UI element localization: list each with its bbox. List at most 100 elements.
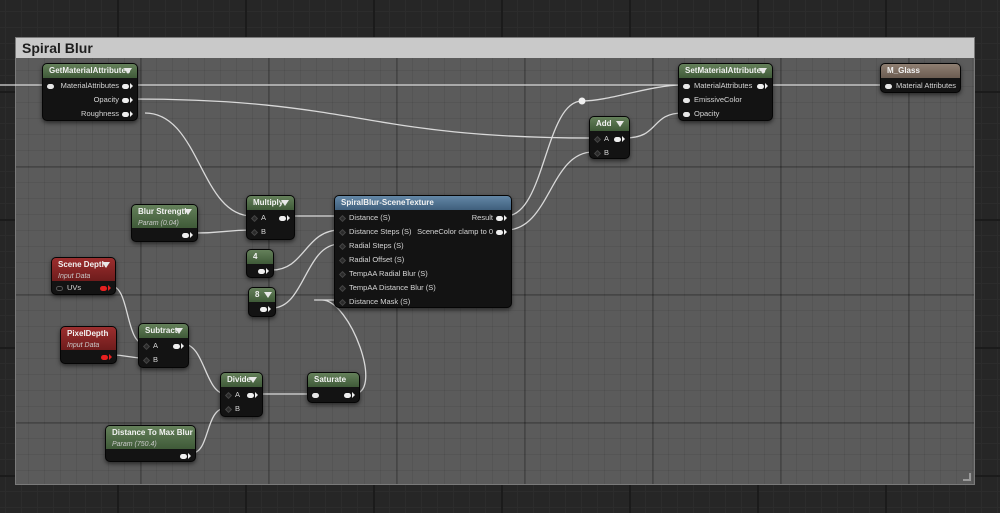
reroute-node	[578, 97, 586, 105]
output-pin-icon[interactable]	[122, 111, 129, 117]
output-pin-icon[interactable]	[247, 392, 254, 398]
node-title[interactable]: M_Glass	[881, 64, 960, 78]
arrow-icon	[765, 83, 768, 90]
arrow-icon	[130, 111, 133, 118]
node-title[interactable]: Saturate	[308, 373, 359, 387]
arrow-icon	[255, 392, 258, 399]
node-title[interactable]: Divide	[221, 373, 262, 387]
arrow-icon	[181, 343, 184, 350]
input-pin-icon[interactable]	[250, 214, 259, 222]
node-title[interactable]: Multiply	[247, 196, 294, 210]
arrow-icon	[504, 215, 507, 222]
node-title[interactable]: SpiralBlur-SceneTexture	[335, 196, 511, 210]
chevron-down-icon[interactable]	[175, 328, 183, 334]
chevron-down-icon[interactable]	[184, 209, 192, 215]
arrow-icon	[188, 453, 191, 460]
node-distance-to-max-blur[interactable]: Distance To Max Blur Param (750.4)	[105, 425, 196, 462]
arrow-icon	[287, 215, 290, 222]
input-pin-icon[interactable]	[338, 242, 347, 250]
input-pin-icon[interactable]	[338, 256, 347, 264]
node-title[interactable]: Distance To Max Blur Param (750.4)	[106, 426, 195, 449]
chevron-down-icon[interactable]	[759, 68, 767, 74]
output-pin-icon[interactable]	[101, 354, 108, 360]
wire-add-to-opacity	[624, 112, 684, 139]
node-constant-4[interactable]: 4	[246, 249, 274, 278]
chevron-down-icon[interactable]	[102, 262, 110, 268]
wire-blurstrength-to-multiply	[194, 229, 253, 234]
input-pin-icon[interactable]	[224, 391, 233, 399]
output-pin-icon[interactable]	[180, 453, 187, 459]
node-add[interactable]: Add A B	[589, 116, 630, 159]
input-pin-icon[interactable]	[683, 97, 690, 103]
input-pin-icon[interactable]	[683, 83, 690, 89]
node-title[interactable]: GetMaterialAttributes	[43, 64, 137, 78]
node-title[interactable]: 4	[247, 250, 273, 264]
chevron-down-icon[interactable]	[281, 200, 289, 206]
input-pin-icon[interactable]	[142, 342, 151, 350]
arrow-icon	[109, 354, 112, 361]
node-title[interactable]: 8	[249, 288, 275, 302]
input-pin-icon[interactable]	[338, 228, 347, 236]
node-title[interactable]: Add	[590, 117, 629, 131]
input-pin-icon[interactable]	[338, 284, 347, 292]
output-pin-icon[interactable]	[100, 285, 107, 291]
arrow-icon	[504, 229, 507, 236]
chevron-down-icon[interactable]	[124, 68, 132, 74]
node-get-material-attributes[interactable]: GetMaterialAttributes MaterialAttributes…	[42, 63, 138, 121]
input-pin-icon[interactable]	[338, 270, 347, 278]
node-title[interactable]: Blur Strength Param (0.04)	[132, 205, 197, 228]
input-pin-icon[interactable]	[593, 135, 602, 143]
output-pin-icon[interactable]	[614, 136, 621, 142]
output-pin-icon[interactable]	[496, 215, 503, 221]
input-pin-icon[interactable]	[885, 83, 892, 89]
input-pin-icon[interactable]	[338, 298, 347, 306]
arrow-icon	[266, 268, 269, 275]
arrow-icon	[352, 392, 355, 399]
node-title[interactable]: PixelDepth Input Data	[61, 327, 116, 350]
wire-matattr-reroute	[581, 84, 684, 102]
wire-scenecolor-to-add-b	[505, 151, 594, 231]
node-title[interactable]: Scene Depth Input Data	[52, 258, 115, 281]
node-blur-strength[interactable]: Blur Strength Param (0.04)	[131, 204, 198, 242]
node-set-material-attributes[interactable]: SetMaterialAttributes MaterialAttributes…	[678, 63, 773, 121]
node-scene-depth[interactable]: Scene Depth Input Data UVs	[51, 257, 116, 295]
output-pin-icon[interactable]	[122, 97, 129, 103]
wire-result-to-reroute	[505, 100, 583, 217]
output-pin-icon[interactable]	[182, 232, 189, 238]
wire-roughness-to-multiply	[144, 112, 253, 217]
output-pin-icon[interactable]	[757, 83, 764, 89]
output-pin-icon[interactable]	[173, 343, 180, 349]
input-pin-icon[interactable]	[142, 356, 151, 364]
input-pin-icon[interactable]	[47, 83, 54, 89]
input-pin-icon[interactable]	[56, 285, 63, 291]
node-saturate[interactable]: Saturate	[307, 372, 360, 403]
chevron-down-icon[interactable]	[616, 121, 624, 127]
node-multiply[interactable]: Multiply A B	[246, 195, 295, 240]
node-title[interactable]: Subtract	[139, 324, 188, 338]
node-divide[interactable]: Divide A B	[220, 372, 263, 417]
output-pin-icon[interactable]	[279, 215, 286, 221]
input-pin-icon[interactable]	[312, 392, 319, 398]
arrow-icon	[130, 83, 133, 90]
input-pin-icon[interactable]	[593, 149, 602, 157]
output-pin-icon[interactable]	[496, 229, 503, 235]
chevron-down-icon[interactable]	[264, 292, 272, 298]
chevron-down-icon[interactable]	[249, 377, 257, 383]
arrow-icon	[190, 232, 193, 239]
output-pin-icon[interactable]	[122, 83, 129, 89]
output-pin-icon[interactable]	[344, 392, 351, 398]
node-subtract[interactable]: Subtract A B	[138, 323, 189, 368]
output-pin-icon[interactable]	[258, 268, 265, 274]
node-constant-8[interactable]: 8	[248, 287, 276, 317]
node-pixel-depth[interactable]: PixelDepth Input Data	[60, 326, 117, 364]
input-pin-icon[interactable]	[250, 228, 259, 236]
node-title[interactable]: SetMaterialAttributes	[679, 64, 772, 78]
node-m-glass[interactable]: M_Glass Material Attributes	[880, 63, 961, 93]
arrow-icon	[622, 136, 625, 143]
input-pin-icon[interactable]	[683, 111, 690, 117]
input-pin-icon[interactable]	[338, 214, 347, 222]
output-pin-icon[interactable]	[260, 306, 267, 312]
wire-opacity-to-add-a	[129, 98, 594, 139]
node-spiral-blur-scene-texture[interactable]: SpiralBlur-SceneTexture Distance (S) Resu…	[334, 195, 512, 308]
input-pin-icon[interactable]	[224, 405, 233, 413]
